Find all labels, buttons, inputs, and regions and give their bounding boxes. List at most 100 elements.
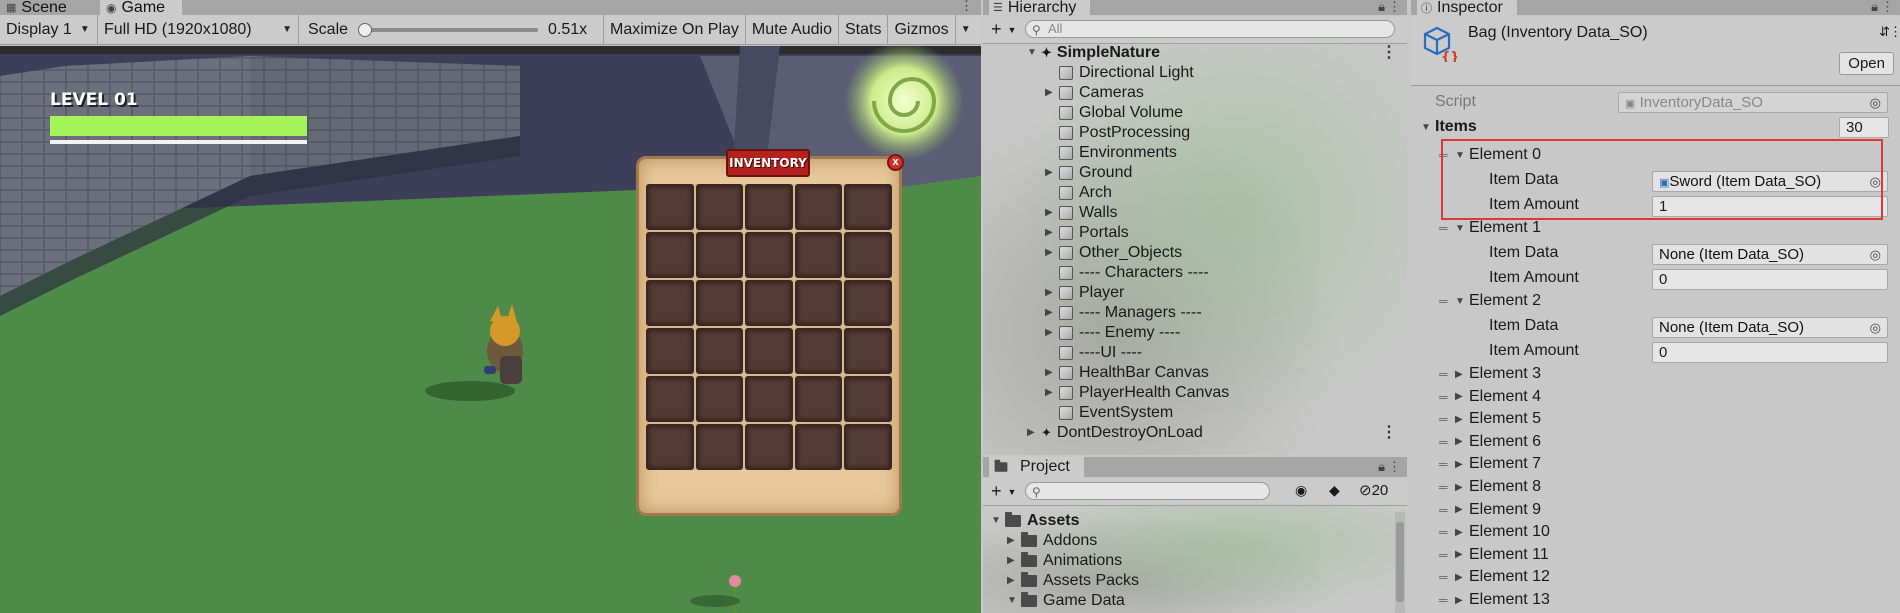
inventory-slot[interactable]	[844, 280, 892, 326]
inventory-close-button[interactable]: x	[887, 154, 904, 171]
hierarchy-item[interactable]: Directional Light	[1045, 63, 1194, 83]
hierarchy-item[interactable]: Arch	[1045, 183, 1112, 203]
array-element-header[interactable]: ═ ▶ Element 12	[1439, 565, 1550, 589]
drag-handle-icon[interactable]: ═	[1439, 367, 1455, 381]
add-icon[interactable]: +	[991, 19, 1002, 40]
label-tag-icon[interactable]: ◆	[1329, 482, 1340, 499]
hierarchy-item[interactable]: ▶ Ground	[1045, 163, 1132, 183]
gizmos-dropdown[interactable]: ▼	[956, 15, 976, 45]
item-data-field[interactable]: None (Item Data_SO) ◎	[1652, 244, 1888, 265]
collapsed-arrow-icon[interactable]: ▶	[1007, 551, 1021, 571]
array-element-header[interactable]: ═ ▶ Element 6	[1439, 430, 1541, 454]
collapsed-arrow-icon[interactable]: ▶	[1455, 459, 1469, 470]
lock-icon[interactable]: 🔒︎	[1871, 0, 1878, 15]
inventory-slot[interactable]	[695, 184, 744, 230]
expanded-arrow-icon[interactable]: ▼	[1007, 591, 1021, 611]
expanded-arrow-icon[interactable]: ▼	[991, 511, 1005, 531]
inventory-slot[interactable]	[695, 424, 744, 470]
more-options-icon[interactable]: ⋮	[1881, 0, 1894, 15]
item-amount-field[interactable]: 0	[1652, 342, 1888, 363]
inventory-slot[interactable]	[794, 328, 843, 374]
hierarchy-item[interactable]: ▶ Other_Objects	[1045, 243, 1182, 263]
stats-toggle[interactable]: Stats	[839, 14, 889, 45]
filter-by-type-icon[interactable]: ◉	[1295, 482, 1307, 499]
array-element-header[interactable]: ═ ▶ Element 10	[1439, 520, 1550, 544]
tab-scene[interactable]: ▦ Scene	[0, 0, 96, 15]
maximize-on-play-toggle[interactable]: Maximize On Play	[604, 14, 746, 45]
collapsed-arrow-icon[interactable]: ▶	[1455, 572, 1469, 583]
project-scrollbar[interactable]	[1395, 512, 1405, 613]
array-element-header[interactable]: ═ ▶ Element 3	[1439, 362, 1541, 386]
inventory-slot[interactable]	[794, 376, 843, 422]
inventory-slot[interactable]	[844, 376, 892, 422]
more-options-icon[interactable]: ⋮	[1388, 0, 1401, 15]
collapsed-arrow-icon[interactable]: ▶	[1455, 549, 1469, 560]
drag-handle-icon[interactable]: ═	[1439, 457, 1455, 471]
collapsed-arrow-icon[interactable]: ▶	[1455, 595, 1469, 606]
inventory-slot[interactable]	[794, 424, 843, 470]
scene-root[interactable]: ▼ ✦ SimpleNature ⋮	[1027, 43, 1407, 63]
lock-icon[interactable]: 🔒︎	[1378, 459, 1385, 475]
collapsed-arrow-icon[interactable]: ▶	[1455, 436, 1469, 447]
collapsed-arrow-icon[interactable]: ▶	[1045, 363, 1059, 383]
dontdestroy-root[interactable]: ▶ ✦ DontDestroyOnLoad ⋮	[1027, 423, 1407, 443]
drag-handle-icon[interactable]: ═	[1439, 593, 1455, 607]
drag-handle-icon[interactable]: ═	[1439, 221, 1455, 235]
array-element-header[interactable]: ═ ▶ Element 5	[1439, 407, 1541, 431]
drag-handle-icon[interactable]: ═	[1439, 294, 1455, 308]
scale-slider-handle[interactable]	[358, 22, 373, 37]
inventory-slot[interactable]	[646, 328, 694, 374]
inventory-slot[interactable]	[844, 232, 892, 278]
inventory-slot[interactable]	[745, 424, 793, 470]
expanded-arrow-icon[interactable]: ▼	[1027, 43, 1041, 63]
chevron-down-icon[interactable]: ▼	[1008, 487, 1017, 497]
drag-handle-icon[interactable]: ═	[1439, 435, 1455, 449]
inventory-slot[interactable]	[745, 184, 793, 230]
tab-game[interactable]: ◉ Game	[100, 0, 182, 15]
drag-handle-icon[interactable]: ═	[1439, 548, 1455, 562]
expanded-arrow-icon[interactable]: ▼	[1455, 296, 1469, 307]
collapsed-arrow-icon[interactable]: ▶	[1045, 283, 1059, 303]
items-size-field[interactable]: 30	[1839, 117, 1889, 138]
array-element-header[interactable]: ═ ▶ Element 11	[1439, 543, 1549, 567]
inventory-slot[interactable]	[646, 280, 694, 326]
inventory-slot[interactable]	[794, 280, 843, 326]
collapsed-arrow-icon[interactable]: ▶	[1045, 203, 1059, 223]
game-viewport[interactable]: LEVEL 01 INVENTORY x	[0, 46, 981, 613]
inventory-slot[interactable]	[844, 184, 892, 230]
hierarchy-item[interactable]: ▶ Player	[1045, 283, 1124, 303]
collapsed-arrow-icon[interactable]: ▶	[1045, 163, 1059, 183]
drag-handle-icon[interactable]: ═	[1439, 503, 1455, 517]
tab-project[interactable]: Project	[989, 457, 1084, 477]
inventory-slot[interactable]	[745, 232, 793, 278]
collapsed-arrow-icon[interactable]: ▶	[1455, 504, 1469, 515]
resolution-dropdown[interactable]: Full HD (1920x1080) ▼	[98, 14, 299, 45]
open-button[interactable]: Open	[1839, 52, 1894, 75]
hierarchy-item[interactable]: Environments	[1045, 143, 1177, 163]
more-options-icon[interactable]: ⋮	[960, 0, 973, 14]
expanded-arrow-icon[interactable]: ▼	[1455, 223, 1469, 234]
more-options-icon[interactable]: ⋮	[1381, 43, 1397, 63]
tab-hierarchy[interactable]: ☰ Hierarchy	[989, 0, 1091, 16]
inventory-slot[interactable]	[745, 280, 793, 326]
inventory-slot[interactable]	[745, 328, 793, 374]
array-element-header[interactable]: ═ ▶ Element 8	[1439, 475, 1541, 499]
scrollbar-thumb[interactable]	[1396, 522, 1404, 602]
drag-handle-icon[interactable]: ═	[1439, 570, 1455, 584]
inventory-slot[interactable]	[844, 328, 892, 374]
inventory-slot[interactable]	[695, 376, 744, 422]
project-search-input[interactable]: ⚲	[1025, 482, 1270, 500]
project-folder[interactable]: ▶ Addons	[1007, 531, 1097, 551]
inventory-slot[interactable]	[646, 232, 694, 278]
collapsed-arrow-icon[interactable]: ▶	[1455, 414, 1469, 425]
mute-audio-toggle[interactable]: Mute Audio	[746, 14, 839, 45]
expanded-arrow-icon[interactable]: ▼	[1421, 122, 1435, 133]
more-options-icon[interactable]: ⋮	[1381, 423, 1397, 443]
inventory-slot[interactable]	[646, 424, 694, 470]
collapsed-arrow-icon[interactable]: ▶	[1027, 423, 1041, 443]
collapsed-arrow-icon[interactable]: ▶	[1007, 571, 1021, 591]
hierarchy-item[interactable]: ▶ Walls	[1045, 203, 1118, 223]
collapsed-arrow-icon[interactable]: ▶	[1455, 482, 1469, 493]
object-picker-icon[interactable]: ◎	[1870, 245, 1881, 264]
hierarchy-item[interactable]: ▶ Cameras	[1045, 83, 1144, 103]
